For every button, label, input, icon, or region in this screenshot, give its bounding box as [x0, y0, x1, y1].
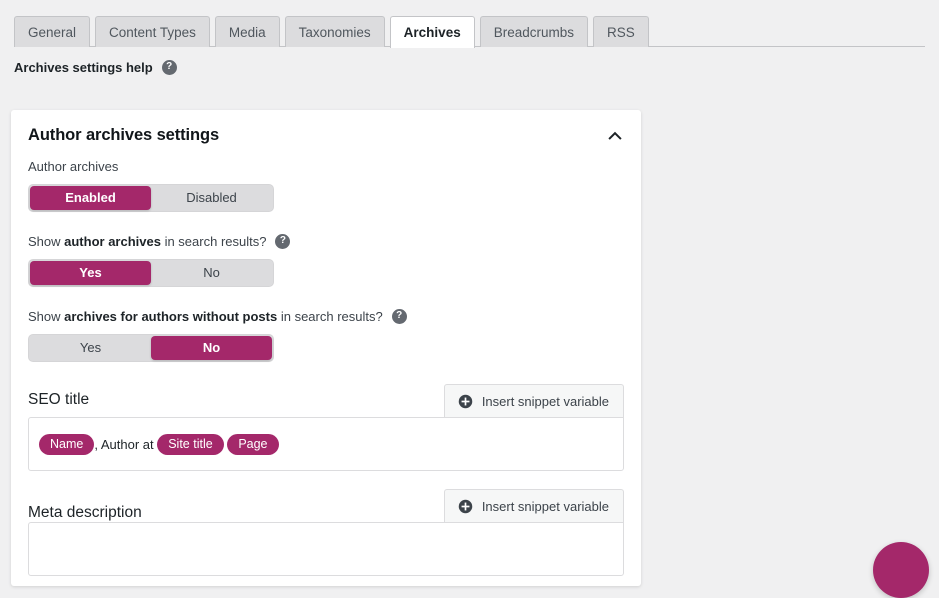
insert-snippet-variable-label: Insert snippet variable: [482, 394, 609, 409]
toggle-author-archives[interactable]: Enabled Disabled: [28, 184, 274, 212]
snippet-variable-page[interactable]: Page: [227, 434, 278, 455]
toggle-show-author-archives[interactable]: Yes No: [28, 259, 274, 287]
help-icon[interactable]: ?: [162, 60, 177, 75]
snippet-variable-name[interactable]: Name: [39, 434, 94, 455]
snippet-plain-text: , Author at: [94, 437, 157, 452]
toggle-option-yes[interactable]: Yes: [30, 261, 151, 285]
help-icon[interactable]: ?: [392, 309, 407, 324]
settings-tab-strip: General Content Types Media Taxonomies A…: [0, 0, 939, 47]
meta-description-label: Meta description: [28, 500, 142, 522]
label-part-prefix: Show: [28, 309, 64, 324]
chevron-up-icon[interactable]: [606, 127, 624, 145]
toggle-option-disabled[interactable]: Disabled: [151, 186, 272, 210]
toggle-option-no[interactable]: No: [151, 261, 272, 285]
help-bubble-button[interactable]: [873, 542, 929, 598]
label-part-suffix: in search results?: [277, 309, 383, 324]
insert-snippet-variable-label: Insert snippet variable: [482, 499, 609, 514]
insert-snippet-variable-button[interactable]: Insert snippet variable: [444, 384, 624, 417]
meta-description-block: Meta description Insert snippet variable: [28, 489, 624, 576]
plus-circle-icon: [458, 394, 473, 409]
seo-title-block: SEO title Insert snippet variable Name ,…: [28, 384, 624, 471]
tab-general[interactable]: General: [14, 16, 90, 47]
meta-description-header: Meta description Insert snippet variable: [28, 489, 624, 522]
author-archives-label-text: Author archives: [28, 159, 118, 174]
field-show-archives-without-posts: Show archives for authors without posts …: [28, 309, 624, 362]
tab-breadcrumbs[interactable]: Breadcrumbs: [480, 16, 588, 47]
tab-archives[interactable]: Archives: [390, 16, 475, 48]
field-show-author-archives: Show author archives in search results? …: [28, 234, 624, 287]
toggle-option-enabled[interactable]: Enabled: [30, 186, 151, 210]
archives-settings-help-label: Archives settings help: [14, 60, 153, 75]
card-header[interactable]: Author archives settings: [11, 110, 641, 159]
tab-rss[interactable]: RSS: [593, 16, 649, 47]
seo-title-input[interactable]: Name , Author at Site title Page: [28, 417, 624, 471]
author-archives-settings-card: Author archives settings Author archives…: [11, 110, 641, 586]
field-author-archives: Author archives Enabled Disabled: [28, 159, 624, 212]
label-part-emphasis: archives for authors without posts: [64, 309, 277, 324]
label-part-suffix: in search results?: [161, 234, 267, 249]
snippet-variable-site-title[interactable]: Site title: [157, 434, 223, 455]
help-icon-glyph: ?: [396, 311, 402, 321]
help-icon-glyph: ?: [280, 236, 286, 246]
toggle-option-yes[interactable]: Yes: [30, 336, 151, 360]
field-label-show-author-archives: Show author archives in search results? …: [28, 234, 624, 249]
label-part-emphasis: author archives: [64, 234, 161, 249]
tab-media[interactable]: Media: [215, 16, 280, 47]
insert-snippet-variable-button[interactable]: Insert snippet variable: [444, 489, 624, 522]
page-title: Author archives settings: [28, 126, 219, 145]
toggle-option-no[interactable]: No: [151, 336, 272, 360]
label-part-prefix: Show: [28, 234, 64, 249]
help-icon-glyph: ?: [166, 62, 172, 72]
seo-title-label: SEO title: [28, 391, 89, 417]
tab-taxonomies[interactable]: Taxonomies: [285, 16, 385, 47]
tab-content-types[interactable]: Content Types: [95, 16, 210, 47]
help-icon[interactable]: ?: [275, 234, 290, 249]
field-label-author-archives: Author archives: [28, 159, 624, 174]
card-body: Author archives Enabled Disabled Show au…: [11, 159, 641, 586]
plus-circle-icon: [458, 499, 473, 514]
seo-title-header: SEO title Insert snippet variable: [28, 384, 624, 417]
field-label-show-archives-without-posts: Show archives for authors without posts …: [28, 309, 624, 324]
meta-description-input[interactable]: [28, 522, 624, 576]
toggle-show-archives-without-posts[interactable]: Yes No: [28, 334, 274, 362]
archives-settings-help-row: Archives settings help ?: [0, 47, 939, 75]
